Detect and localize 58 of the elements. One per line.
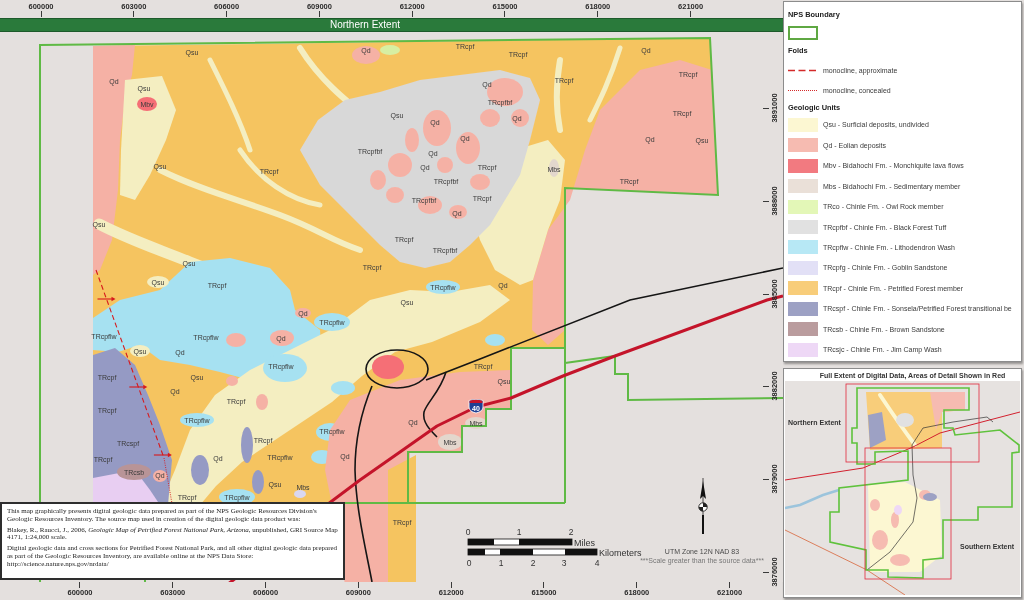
geologic-unit-area <box>438 434 462 450</box>
scale-number: 1 <box>498 558 504 568</box>
geologic-unit-area <box>485 334 505 346</box>
scale-unit-label: Kilometers <box>599 547 642 558</box>
geologic-unit-area <box>372 355 404 379</box>
scale-number: 2 <box>530 558 536 568</box>
geologic-unit-area <box>426 280 460 294</box>
axis-tick <box>318 11 320 17</box>
scale-number: 0 <box>465 526 471 537</box>
geologic-unit-area <box>465 417 487 429</box>
scale-number: 4 <box>594 558 600 568</box>
river-line <box>785 488 840 510</box>
dashed-line-icon <box>788 68 818 72</box>
scale-number: 2 <box>568 526 574 537</box>
axis-tick <box>133 11 135 17</box>
geologic-unit-area <box>930 392 965 430</box>
axis-tick <box>504 11 506 17</box>
axis-tick <box>763 108 769 109</box>
axis-tick <box>357 582 359 588</box>
geologic-unit-area <box>252 470 264 494</box>
axis-tick <box>543 582 545 588</box>
geologic-unit-area <box>226 333 246 347</box>
boundary-swatch-icon <box>788 26 818 40</box>
geologic-unit-area <box>241 427 253 463</box>
scale-number: 1 <box>516 526 522 537</box>
geologic-unit-area <box>147 276 169 288</box>
axis-tick <box>729 582 731 588</box>
geologic-unit-area <box>180 413 214 427</box>
axis-tick <box>597 11 599 17</box>
axis-tick <box>450 582 452 588</box>
geologic-unit-area <box>226 376 238 386</box>
axis-tick <box>636 582 638 588</box>
axis-tick <box>411 11 413 17</box>
axis-tick <box>763 572 769 573</box>
geologic-unit-area <box>331 381 355 395</box>
axis-tick <box>763 479 769 481</box>
geologic-unit-area <box>294 490 306 498</box>
scale-number: 3 <box>561 558 567 568</box>
dotted-line-icon <box>788 88 818 92</box>
map-title: Northern Extent <box>329 19 400 31</box>
axis-tick <box>763 293 769 295</box>
axis-tick <box>690 11 692 17</box>
geologic-unit-area <box>117 464 151 480</box>
axis-tick <box>79 582 81 588</box>
geologic-unit-area <box>263 354 307 382</box>
scale-number: 0 <box>466 558 472 568</box>
axis-tick <box>40 11 42 17</box>
scale-unit-label: Miles <box>574 537 595 548</box>
axis-tick <box>172 582 174 588</box>
north-arrow-icon <box>697 477 709 535</box>
axis-tick <box>265 582 267 588</box>
highway-shield-icon <box>468 398 484 414</box>
geologic-unit-area <box>256 394 268 410</box>
geologic-unit-area <box>191 455 209 485</box>
axis-tick <box>763 200 769 202</box>
axis-tick <box>226 11 228 17</box>
geologic-unit-area <box>270 330 294 346</box>
axis-tick <box>763 386 769 388</box>
